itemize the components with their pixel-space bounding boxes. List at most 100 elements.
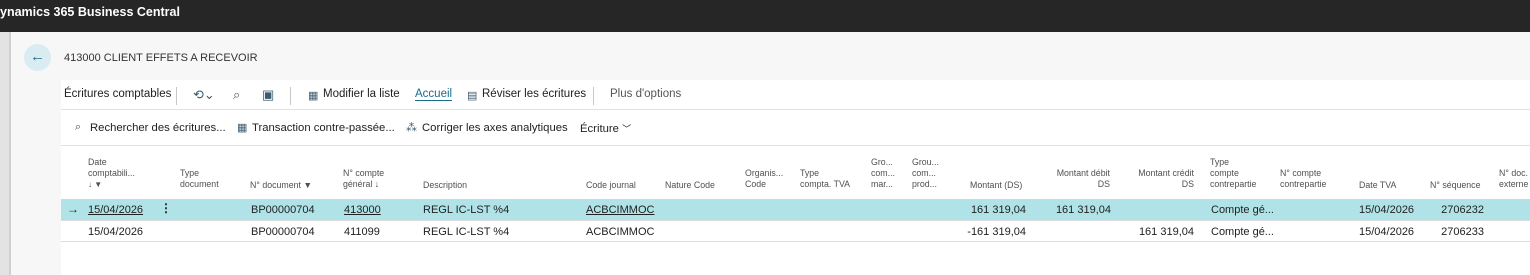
cell-journal-code[interactable]: ACBCIMMOC (586, 204, 654, 216)
divider (593, 87, 594, 105)
col-label: com... (912, 168, 936, 178)
app-header-bar: ynamics 365 Business Central (0, 0, 1530, 32)
col-label: Type (800, 168, 820, 178)
col-label: N° doc. (1499, 168, 1528, 178)
cell-amount: 161 319,04 (970, 204, 1026, 216)
cell-posting-date[interactable]: 15/04/2026 (88, 226, 143, 238)
entry-menu-button[interactable]: Écriture ﹀ (580, 122, 631, 135)
col-label: contrepartie (1280, 179, 1327, 189)
reverse-transaction-icon: ▦ (237, 122, 248, 134)
cell-bal-type: Compte gé... (1211, 204, 1274, 216)
search-entries-icon: ⌕ (75, 121, 82, 133)
col-nature-code[interactable]: Nature Code (665, 180, 715, 191)
layout-icon[interactable]: ▣ (262, 87, 274, 103)
col-label: Date (88, 157, 107, 167)
col-vat-date[interactable]: Date TVA (1359, 180, 1396, 191)
col-label: N° compte (343, 168, 385, 178)
col-ext-doc[interactable]: N° doc. externe (1499, 168, 1528, 190)
col-vat-type[interactable]: Type compta. TVA (800, 168, 850, 190)
col-label: général ↓ (343, 179, 380, 189)
review-icon: ▤ (467, 90, 478, 102)
correct-dimensions-button[interactable]: Corriger les axes analytiques (422, 122, 568, 134)
cell-journal-code[interactable]: ACBCIMMOC (586, 226, 654, 238)
table-row[interactable]: 15/04/2026 BP00000704 411099 REGL IC-LST… (61, 221, 1530, 242)
reverse-transaction-button[interactable]: Transaction contre-passée... (252, 122, 395, 134)
col-journal-code[interactable]: Code journal (586, 180, 636, 191)
col-label: N° compte (1280, 168, 1322, 178)
modify-list-button[interactable]: Modifier la liste (323, 88, 400, 100)
cell-account-no[interactable]: 411099 (344, 226, 380, 238)
col-label: compte (1210, 168, 1239, 178)
table-row[interactable]: → 15/04/2026 ⋮ BP00000704 413000 REGL IC… (61, 199, 1530, 220)
action-bar: Écritures comptables ⟲⌄ ⌕ ▣ ▦ Modifier l… (61, 80, 1530, 110)
col-label: contrepartie (1210, 179, 1257, 189)
col-amount[interactable]: Montant (DS) (970, 180, 1022, 191)
side-edge (0, 32, 9, 275)
col-label: com... (871, 168, 895, 178)
list-title: Écritures comptables (64, 88, 172, 100)
cell-debit: 161 319,04 (1055, 204, 1111, 216)
back-arrow-icon[interactable]: ← (24, 44, 51, 71)
col-org-code[interactable]: Organis... Code (745, 168, 783, 190)
col-doc-no[interactable]: N° document ▼ (250, 180, 312, 191)
row-selected-arrow-icon: → (67, 202, 79, 216)
col-label: Code (745, 179, 767, 189)
col-label: mar... (871, 179, 893, 189)
cell-amount: -161 319,04 (967, 226, 1026, 238)
col-debit[interactable]: Montant débit DS (1036, 168, 1110, 190)
col-label: externe (1499, 179, 1529, 189)
sub-action-bar: ⌕ Rechercher des écritures... ▦ Transact… (61, 110, 1530, 146)
col-doc-type[interactable]: Type document (180, 168, 219, 190)
cell-vat-date: 15/04/2026 (1359, 204, 1415, 216)
col-label: DS (1181, 179, 1194, 189)
review-entries-button[interactable]: Réviser les écritures (482, 88, 586, 100)
col-label: prod... (912, 179, 937, 189)
col-account-no[interactable]: N° compte général ↓ (343, 168, 384, 190)
search-entries-button[interactable]: Rechercher des écritures... (90, 122, 226, 134)
cell-description: REGL IC-LST %4 (423, 204, 510, 216)
cell-posting-date[interactable]: 15/04/2026 (88, 204, 143, 216)
col-posting-date[interactable]: Date comptabili... ↓ ▼ (88, 157, 135, 190)
cell-seq-no: 2706232 (1441, 204, 1484, 216)
col-bal-type[interactable]: Type compte contrepartie (1210, 157, 1256, 190)
page-title: 413000 CLIENT EFFETS A RECEVOIR (64, 52, 258, 64)
col-label: DS (1097, 179, 1110, 189)
col-description[interactable]: Description (423, 180, 467, 191)
col-bal-no[interactable]: N° compte contrepartie (1280, 168, 1326, 190)
tab-home[interactable]: Accueil (415, 88, 453, 101)
col-label: Montant crédit (1138, 168, 1194, 178)
cell-vat-date: 15/04/2026 (1359, 226, 1415, 238)
search-icon[interactable]: ⌕ (233, 87, 240, 103)
app-title: ynamics 365 Business Central (0, 5, 180, 19)
col-label: document (180, 179, 219, 189)
col-label: compta. TVA (800, 179, 851, 189)
table-header: Date comptabili... ↓ ▼ Type document N° … (61, 146, 1530, 199)
entry-menu-label: Écriture (580, 123, 619, 135)
divider (176, 87, 177, 105)
sort-filter-icon: ↓ ▼ (88, 180, 103, 189)
chevron-down-icon: ﹀ (622, 124, 632, 134)
col-label: comptabili... (88, 168, 135, 178)
dimensions-icon: ⁂ (406, 122, 417, 134)
col-label: Type (1210, 157, 1230, 167)
col-gen-prod[interactable]: Grou... com... prod... (912, 157, 939, 190)
col-gen-bus[interactable]: Gro... com... mar... (871, 157, 895, 190)
cell-description: REGL IC-LST %4 (423, 226, 510, 238)
cell-account-no[interactable]: 413000 (344, 204, 381, 216)
col-label: Gro... (871, 157, 893, 167)
col-credit[interactable]: Montant crédit DS (1121, 168, 1194, 190)
col-label: Grou... (912, 157, 939, 167)
col-label: Organis... (745, 168, 784, 178)
cell-doc-no: BP00000704 (251, 226, 315, 238)
edit-list-icon: ▦ (308, 90, 319, 102)
col-label: Montant débit (1056, 168, 1110, 178)
share-icon[interactable]: ⟲⌄ (193, 87, 215, 103)
cell-bal-type: Compte gé... (1211, 226, 1274, 238)
col-label: Type (180, 168, 200, 178)
col-seq-no[interactable]: N° séquence (1430, 180, 1480, 191)
more-options-button[interactable]: Plus d'options (610, 88, 681, 100)
cell-credit: 161 319,04 (1138, 226, 1194, 238)
divider (290, 87, 291, 105)
cell-seq-no: 2706233 (1441, 226, 1484, 238)
row-menu-icon[interactable]: ⋮ (160, 201, 172, 215)
